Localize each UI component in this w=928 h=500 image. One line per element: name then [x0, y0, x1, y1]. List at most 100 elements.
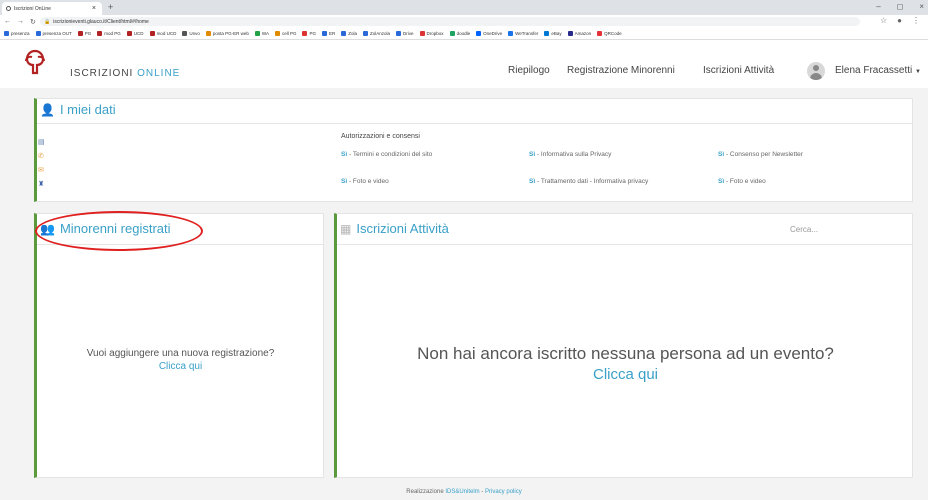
bookmark-label: doodle — [456, 31, 471, 36]
bookmark-item[interactable]: cell PG — [274, 31, 297, 36]
bookmark-icon — [4, 31, 9, 36]
bookmark-star-icon[interactable]: ☆ — [880, 16, 887, 25]
close-window-icon[interactable]: × — [919, 2, 924, 11]
bookmark-item[interactable]: eBay — [544, 31, 562, 36]
nav-riepilogo[interactable]: Riepilogo — [508, 65, 550, 76]
bookmark-label: WeTransfer — [515, 31, 539, 36]
chevron-down-icon: ▼ — [915, 69, 921, 75]
bookmark-item[interactable]: posta PG-ER web — [205, 31, 249, 36]
bookmark-item[interactable]: Zola — [341, 31, 357, 36]
minorenni-card — [34, 213, 324, 478]
bookmark-icon — [302, 31, 308, 36]
bookmark-icon — [254, 31, 260, 36]
phone-icon: ✆ — [38, 153, 44, 160]
bookmark-icon — [97, 31, 103, 36]
consents-title: Autorizzazioni e consensi — [341, 133, 420, 140]
bookmark-label: ER — [328, 31, 336, 36]
miei-dati-title-text: I miei dati — [59, 102, 116, 117]
bookmark-label: cell PG — [281, 31, 297, 36]
address-bar[interactable]: 🔒 iscrizionieventi.glauco.it/Client/html… — [40, 17, 860, 26]
user-icon: 👤 — [40, 102, 55, 117]
bookmark-item[interactable]: ER — [321, 31, 336, 36]
family-icon: ♜ — [38, 181, 45, 188]
minorenni-add-link[interactable]: Clicca qui — [38, 361, 323, 372]
bookmark-item[interactable]: PG — [302, 31, 316, 36]
bookmark-label: ZolAnzola — [370, 31, 391, 36]
bookmark-icon — [182, 31, 188, 36]
bookmark-item[interactable]: OneDrive — [476, 31, 502, 36]
bookmark-label: posta PG-ER web — [212, 31, 249, 36]
bookmark-item[interactable]: doodle — [449, 31, 471, 36]
consent-foto-video: Sì - Foto e video — [341, 178, 389, 185]
tab-title: Iscrizioni OnLine — [14, 5, 51, 12]
bookmark-item[interactable]: Drive — [396, 31, 414, 36]
nav-iscrizioni-attivita[interactable]: Iscrizioni Attività — [703, 65, 774, 76]
bookmark-label: QRCode — [604, 31, 622, 36]
bookmark-item[interactable]: WeTransfer — [508, 31, 538, 36]
bookmark-icon — [205, 31, 211, 36]
bookmark-item[interactable]: UCD — [126, 31, 144, 36]
bookmark-label: OneDrive — [483, 31, 503, 36]
footer: Realizzazione IDS&Unitelm - Privacy poli… — [0, 489, 928, 495]
app-brand[interactable]: ISCRIZIONI ONLINE — [70, 68, 180, 79]
bookmark-label: Dropbox — [426, 31, 444, 36]
consent-trattamento-dati: Sì - Trattamento dati - Informativa priv… — [529, 178, 649, 185]
bookmark-icon — [597, 31, 603, 36]
consent-termini: Sì - Termini e condizioni del sito — [341, 151, 433, 158]
attivita-add-link[interactable]: Clicca qui — [338, 366, 913, 383]
bookmark-label: mod UCD — [156, 31, 177, 36]
bookmark-label: Amazon — [574, 31, 592, 36]
bookmark-icon — [449, 31, 455, 36]
minimize-icon[interactable]: – — [876, 2, 880, 11]
tab-close-icon[interactable]: × — [92, 5, 96, 12]
back-icon[interactable]: ← — [4, 18, 11, 25]
browser-tab-strip: Iscrizioni OnLine × + – ◻ × — [0, 0, 928, 15]
app-logo[interactable] — [22, 49, 48, 75]
new-tab-icon[interactable]: + — [108, 2, 113, 12]
lock-icon: 🔒 — [44, 18, 51, 25]
bookmark-label: presenza OUT — [42, 31, 72, 36]
footer-company-link[interactable]: IDS&Unitelm — [445, 489, 479, 495]
browser-menu-icon[interactable]: ⋮ — [912, 16, 920, 25]
card-divider — [37, 123, 912, 124]
miei-dati-title: 👤 I miei dati — [40, 102, 116, 117]
calendar-icon: ▦ — [340, 221, 352, 236]
forward-icon[interactable]: → — [17, 18, 24, 25]
browser-tab[interactable]: Iscrizioni OnLine × — [2, 2, 102, 15]
bookmark-icon — [544, 31, 550, 36]
bookmark-item[interactable]: Unvo — [182, 31, 200, 36]
bookmark-item[interactable]: Amazon — [567, 31, 592, 36]
bookmark-icon — [476, 31, 482, 36]
bookmark-icon — [419, 31, 425, 36]
annotation-ellipse — [35, 211, 203, 251]
bookmark-label: UCD — [133, 31, 144, 36]
bookmark-icon — [126, 31, 132, 36]
bookmark-item[interactable]: presenza OUT — [35, 31, 72, 36]
bookmark-icon — [363, 31, 369, 36]
minorenni-empty-text: Vuoi aggiungere una nuova registrazione? — [86, 348, 275, 359]
bookmark-label: Unvo — [189, 31, 200, 36]
site-favicon-icon — [6, 6, 11, 11]
bookmark-item[interactable]: presenza — [4, 31, 30, 36]
user-menu[interactable]: Elena Fracassetti ▼ — [835, 65, 921, 76]
privacy-policy-link[interactable]: Privacy policy — [485, 489, 522, 495]
avatar[interactable] — [807, 62, 825, 80]
bookmark-item[interactable]: ZolAnzola — [363, 31, 390, 36]
brand-accent: ONLINE — [137, 68, 181, 79]
bookmark-item[interactable]: mod UCD — [149, 31, 177, 36]
url-text: iscrizionieventi.glauco.it/Client/html/#… — [53, 18, 149, 25]
bookmark-icon — [341, 31, 347, 36]
profile-icon[interactable]: ● — [897, 16, 902, 25]
maximize-icon[interactable]: ◻ — [897, 2, 904, 11]
bookmark-item[interactable]: QRCode — [597, 31, 622, 36]
nav-registrazione-minorenni[interactable]: Registrazione Minorenni — [567, 65, 675, 76]
reload-icon[interactable]: ↻ — [30, 18, 36, 26]
bookmark-item[interactable]: mod PG — [97, 31, 121, 36]
bookmark-icon — [35, 31, 41, 36]
bookmark-item[interactable]: WA — [254, 31, 269, 36]
bookmark-item[interactable]: Dropbox — [419, 31, 444, 36]
bookmark-icon — [567, 31, 573, 36]
search-input[interactable]: Cerca... — [790, 225, 818, 234]
consent-newsletter: Sì - Consenso per Newsletter — [718, 151, 803, 158]
bookmark-item[interactable]: PG — [77, 31, 91, 36]
